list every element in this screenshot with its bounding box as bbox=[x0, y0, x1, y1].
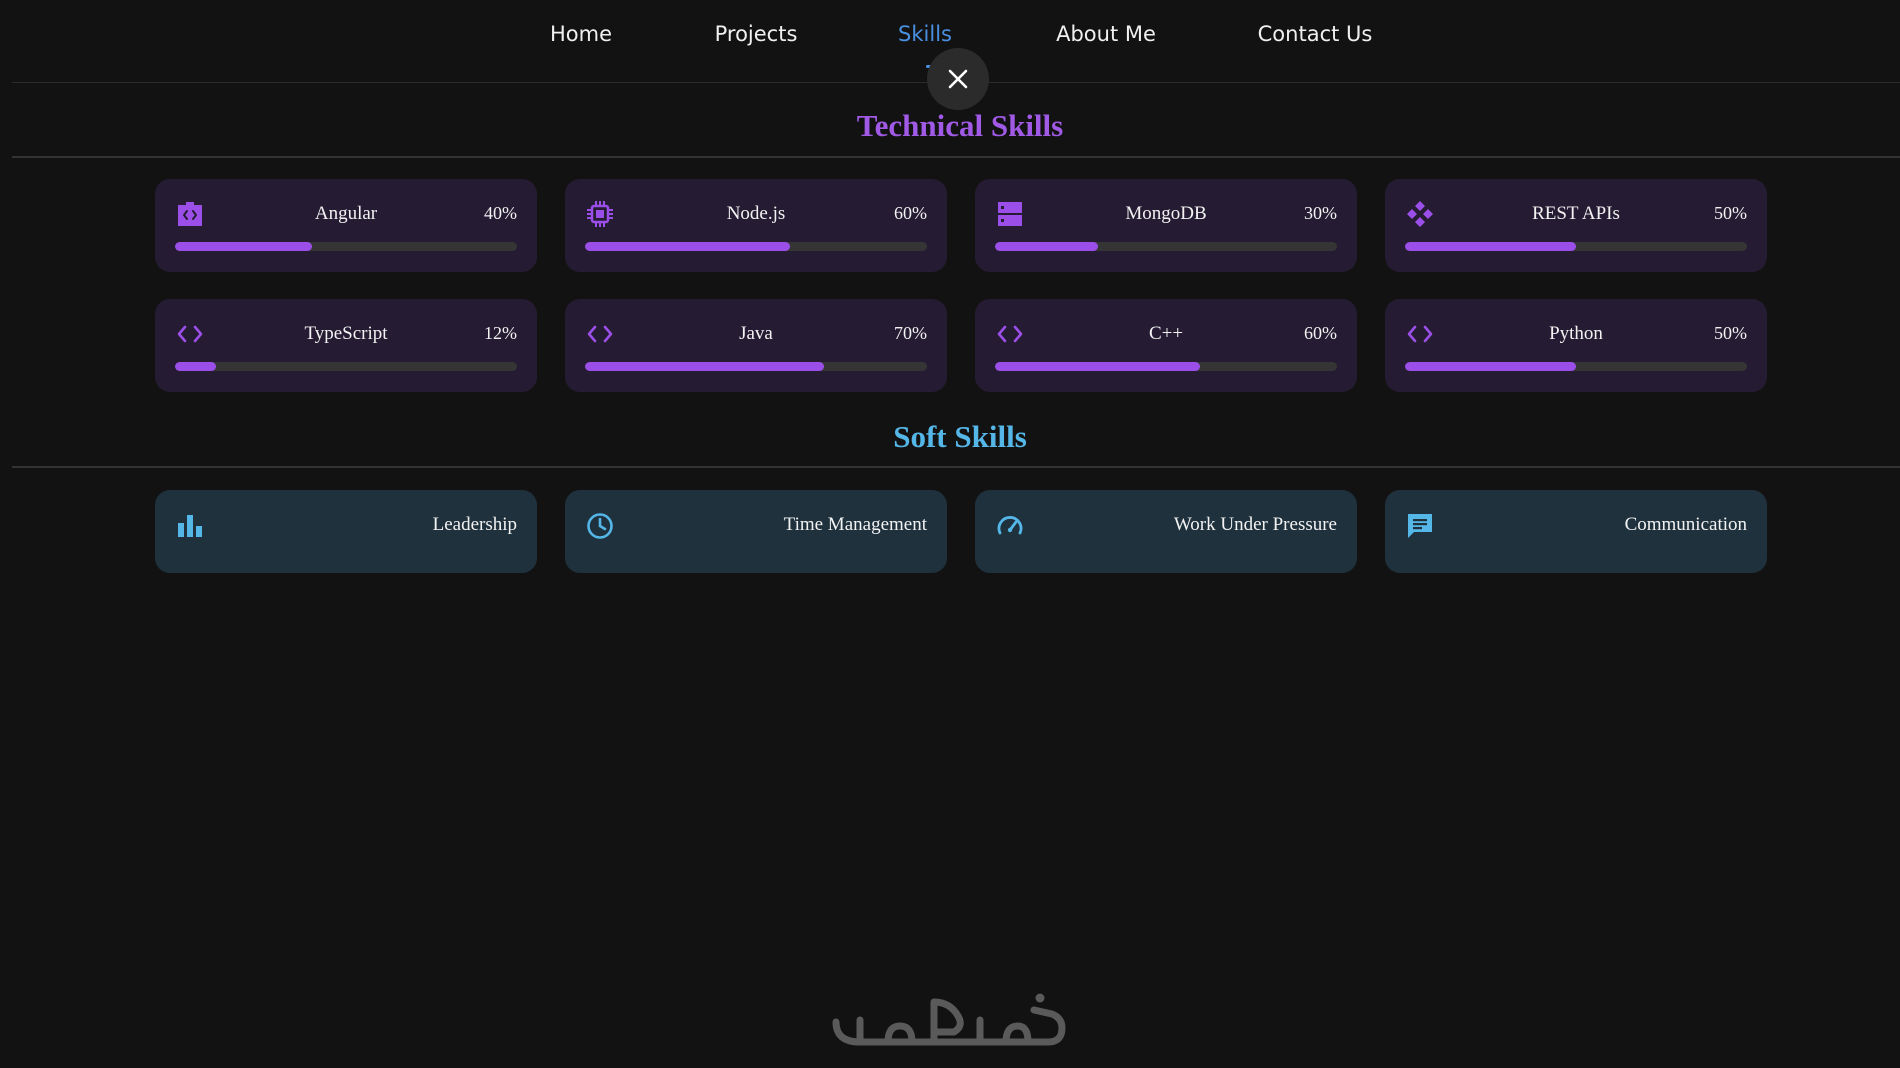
khamsat-logo bbox=[830, 990, 1070, 1050]
soft-skill-card-communication[interactable]: Communication bbox=[1385, 490, 1767, 573]
soft-skills-title: Soft Skills bbox=[893, 419, 1027, 454]
skill-progress-fill bbox=[585, 362, 825, 371]
bar-chart-icon bbox=[175, 511, 205, 541]
skill-progress-track bbox=[585, 242, 927, 251]
close-icon bbox=[948, 69, 968, 89]
skill-card-mongodb[interactable]: MongoDB 30% bbox=[975, 179, 1357, 272]
soft-skill-card-leadership[interactable]: Leadership bbox=[155, 490, 537, 573]
soft-skill-card-time-management[interactable]: Time Management bbox=[565, 490, 947, 573]
skill-progress-fill bbox=[175, 242, 312, 251]
skill-percent: 50% bbox=[1714, 323, 1747, 343]
close-button[interactable] bbox=[927, 48, 989, 110]
skill-card-angular[interactable]: Angular 40% bbox=[155, 179, 537, 272]
soft-skill-card-work-under-pressure[interactable]: Work Under Pressure bbox=[975, 490, 1357, 573]
skill-name: Angular bbox=[314, 203, 378, 224]
soft-divider bbox=[12, 466, 1900, 468]
nav-contact-us[interactable]: Contact Us bbox=[1258, 22, 1373, 46]
soft-skills-grid: Leadership Time Management Work Under Pr… bbox=[155, 490, 1767, 573]
skill-name: MongoDB bbox=[1125, 203, 1207, 224]
skills-page: Home Projects Skills About Me Contact Us… bbox=[0, 0, 1900, 1068]
skill-card-python[interactable]: Python 50% bbox=[1385, 299, 1767, 392]
skill-name: Node.js bbox=[726, 203, 786, 224]
technical-skills-title: Technical Skills bbox=[856, 108, 1064, 143]
skill-percent: 50% bbox=[1714, 203, 1747, 223]
skill-progress-track bbox=[995, 362, 1337, 371]
skill-card-java[interactable]: Java 70% bbox=[565, 299, 947, 392]
nav-projects[interactable]: Projects bbox=[715, 22, 798, 46]
technical-divider bbox=[12, 156, 1900, 158]
skill-progress-fill bbox=[995, 362, 1201, 371]
skill-progress-fill bbox=[1405, 242, 1576, 251]
skill-percent: 30% bbox=[1304, 203, 1337, 223]
skill-percent: 12% bbox=[484, 323, 517, 343]
skill-name: Java bbox=[739, 323, 773, 344]
soft-skill-name: Leadership bbox=[432, 514, 517, 535]
skill-progress-track bbox=[995, 242, 1337, 251]
skill-name: TypeScript bbox=[304, 323, 388, 344]
skill-name: Python bbox=[1549, 323, 1603, 344]
skill-progress-track bbox=[175, 362, 517, 371]
skill-progress-track bbox=[1405, 242, 1747, 251]
skill-progress-fill bbox=[585, 242, 791, 251]
clock-icon bbox=[585, 511, 615, 541]
skill-percent: 70% bbox=[894, 323, 927, 343]
speedometer-icon bbox=[995, 511, 1025, 541]
skill-percent: 60% bbox=[1304, 323, 1337, 343]
technical-skills-grid: Angular 40% Node.js 60% MongoDB 30% REST… bbox=[155, 179, 1767, 392]
skill-percent: 60% bbox=[894, 203, 927, 223]
skill-card-typescript[interactable]: TypeScript 12% bbox=[155, 299, 537, 392]
soft-skill-name: Communication bbox=[1624, 514, 1747, 535]
skill-card-cpp[interactable]: C++ 60% bbox=[975, 299, 1357, 392]
nav-about-me[interactable]: About Me bbox=[1056, 22, 1156, 46]
skill-name: REST APIs bbox=[1532, 203, 1620, 224]
skill-progress-fill bbox=[1405, 362, 1576, 371]
chat-icon bbox=[1405, 511, 1435, 541]
skill-progress-fill bbox=[175, 362, 217, 371]
soft-skill-name: Time Management bbox=[783, 514, 927, 535]
skill-name: C++ bbox=[1148, 323, 1184, 344]
nav-home[interactable]: Home bbox=[550, 22, 612, 46]
skill-percent: 40% bbox=[484, 203, 517, 223]
skill-card-nodejs[interactable]: Node.js 60% bbox=[565, 179, 947, 272]
nav-skills[interactable]: Skills bbox=[898, 22, 952, 46]
skill-progress-track bbox=[1405, 362, 1747, 371]
skill-progress-track bbox=[585, 362, 927, 371]
skill-progress-fill bbox=[995, 242, 1098, 251]
skill-progress-track bbox=[175, 242, 517, 251]
skill-card-rest-apis[interactable]: REST APIs 50% bbox=[1385, 179, 1767, 272]
soft-skill-name: Work Under Pressure bbox=[1173, 514, 1337, 535]
